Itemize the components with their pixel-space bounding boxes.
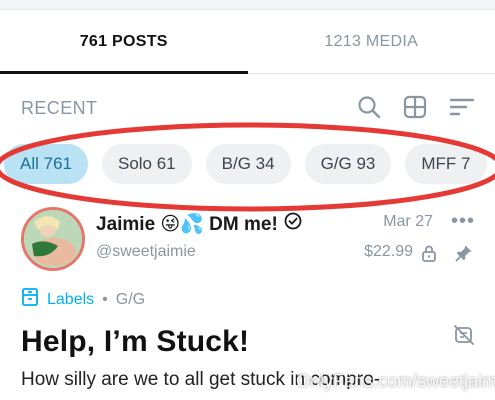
chip-solo[interactable]: Solo 61 xyxy=(101,144,192,184)
watermark: OnlyFans.com/sweetjaimie xyxy=(296,371,495,391)
post-price: $22.99 xyxy=(364,243,413,260)
tab-media[interactable]: 1213 MEDIA xyxy=(248,10,495,73)
labels-row[interactable]: Labels • G/G xyxy=(21,287,145,312)
pin-icon[interactable] xyxy=(455,244,473,267)
chip-mff[interactable]: MFF 7 xyxy=(405,144,487,184)
chip-bg[interactable]: B/G 34 xyxy=(205,144,291,184)
top-strip xyxy=(0,0,495,10)
section-title: RECENT xyxy=(21,98,98,118)
label-value: G/G xyxy=(115,290,146,308)
lock-icon xyxy=(421,244,437,267)
chip-gg[interactable]: G/G 93 xyxy=(304,144,392,184)
grid-icon[interactable] xyxy=(403,95,427,119)
avatar[interactable] xyxy=(21,207,85,271)
feed-toolbar xyxy=(357,95,475,119)
sort-icon[interactable] xyxy=(449,95,475,119)
labels-link[interactable]: Labels xyxy=(47,291,94,309)
profile-tabs: 761 POSTS 1213 MEDIA xyxy=(0,10,495,74)
tab-posts[interactable]: 761 POSTS xyxy=(0,10,248,74)
hide-text-icon[interactable] xyxy=(453,324,475,351)
post-author-name[interactable]: Jaimie 😜💦 DM me! xyxy=(96,212,302,236)
separator-dot: • xyxy=(102,290,108,308)
post-title: Help, I’m Stuck! xyxy=(21,325,250,358)
verified-badge-icon xyxy=(284,212,302,236)
labels-icon xyxy=(21,287,39,312)
more-options-icon[interactable]: ••• xyxy=(451,211,475,231)
author-name-text: Jaimie 😜💦 DM me! xyxy=(96,214,278,235)
post-author-handle[interactable]: @sweetjaimie xyxy=(96,243,196,261)
filter-chips: All 761 Solo 61 B/G 34 G/G 93 MFF 7 xyxy=(4,144,487,188)
post-date: Mar 27 xyxy=(383,213,433,230)
search-icon[interactable] xyxy=(357,95,381,119)
chip-all[interactable]: All 761 xyxy=(4,144,88,184)
